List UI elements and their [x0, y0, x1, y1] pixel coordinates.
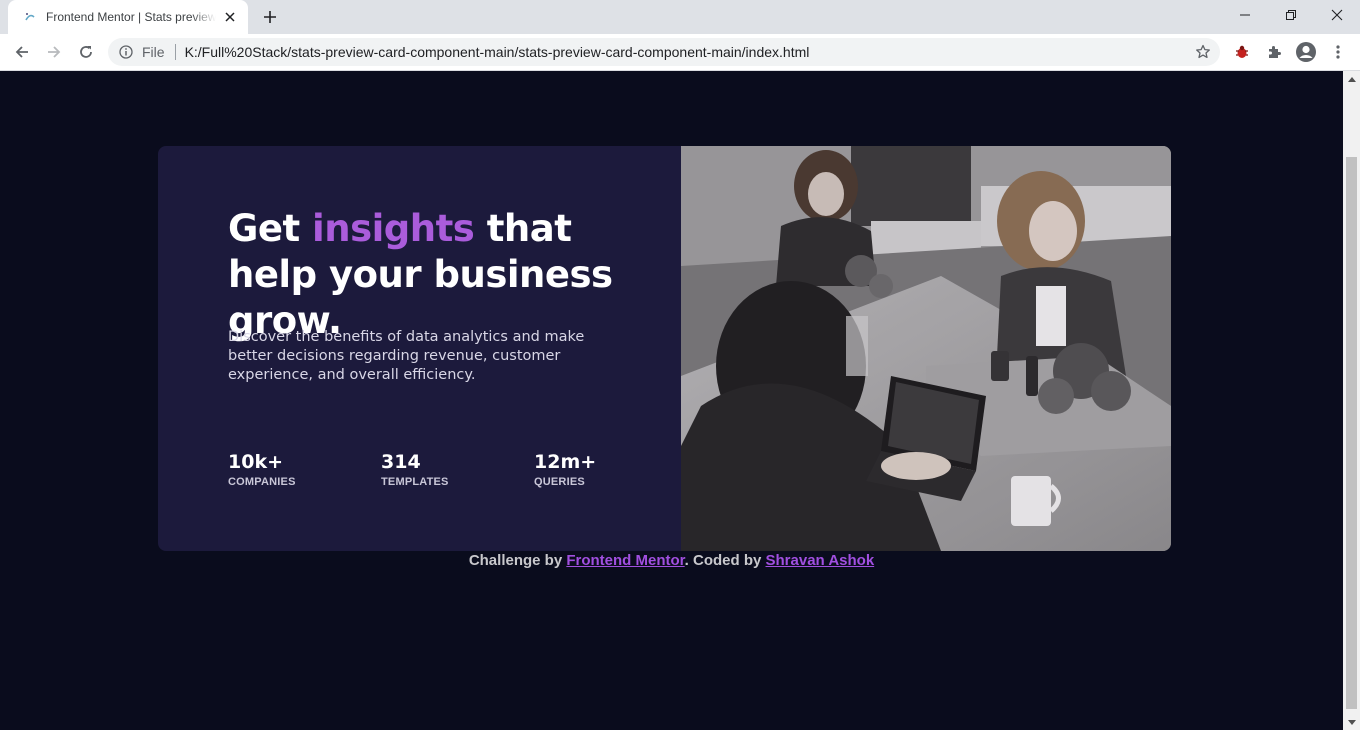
stat-label: QUERIES	[534, 476, 585, 488]
url-scheme-label: File	[142, 44, 165, 60]
close-window-icon[interactable]	[1314, 0, 1360, 30]
omnibox-divider	[174, 44, 176, 60]
office-photo	[681, 146, 1171, 551]
favicon-icon	[22, 9, 38, 25]
scroll-thumb[interactable]	[1346, 157, 1357, 709]
stat-label: COMPANIES	[228, 476, 296, 488]
browser-toolbar: File K:/Full%20Stack/stats-preview-card-…	[0, 34, 1360, 71]
card-description: Discover the benefits of data analytics …	[228, 329, 585, 383]
stats-preview-card: Get insights that help your business gro…	[158, 146, 1171, 551]
stat-value: 12m+	[534, 451, 597, 473]
new-tab-icon[interactable]	[258, 6, 282, 28]
office-people-image	[681, 146, 1171, 551]
page-viewport: Get insights that help your business gro…	[0, 71, 1343, 730]
stat-label: TEMPLATES	[381, 476, 449, 488]
extensions-puzzle-icon[interactable]	[1260, 38, 1288, 66]
stat-companies: 10k+ COMPANIES	[228, 450, 381, 488]
attribution-footer: Challenge by Frontend Mentor. Coded by S…	[0, 552, 1343, 569]
headline-accent: insights	[312, 207, 475, 250]
minimize-icon[interactable]	[1222, 0, 1268, 30]
author-link[interactable]: Shravan Ashok	[766, 552, 875, 569]
attribution-prefix: Challenge by	[468, 552, 567, 569]
tab-strip: Frontend Mentor | Stats preview card com…	[0, 0, 1360, 34]
headline-part1: Get	[228, 207, 313, 250]
extension-bug-icon[interactable]	[1228, 38, 1256, 66]
stats-row: 10k+ COMPANIES 314 TEMPLATES 12m+ QUERIE…	[228, 450, 687, 488]
frontend-mentor-link[interactable]: Frontend Mentor	[566, 552, 684, 569]
info-icon[interactable]	[118, 44, 134, 60]
forward-arrow-icon[interactable]	[40, 38, 68, 66]
card-content: Get insights that help your business gro…	[158, 146, 681, 551]
stat-queries: 12m+ QUERIES	[534, 450, 687, 488]
vertical-scrollbar[interactable]	[1343, 71, 1360, 730]
card-headline: Get insights that help your business gro…	[228, 206, 648, 344]
bookmark-star-icon[interactable]	[1194, 43, 1212, 61]
stat-value: 10k+	[228, 451, 283, 473]
kebab-menu-icon[interactable]	[1324, 38, 1352, 66]
scroll-down-arrow-icon[interactable]	[1343, 715, 1360, 730]
close-tab-icon[interactable]	[222, 9, 238, 25]
profile-avatar-icon[interactable]	[1292, 38, 1320, 66]
attribution-middle: . Coded by	[684, 552, 766, 569]
browser-tab[interactable]: Frontend Mentor | Stats preview card com…	[8, 0, 248, 34]
reload-icon[interactable]	[72, 38, 100, 66]
scroll-up-arrow-icon[interactable]	[1343, 71, 1360, 86]
url-text[interactable]: K:/Full%20Stack/stats-preview-card-compo…	[185, 44, 810, 60]
stat-templates: 314 TEMPLATES	[381, 450, 534, 488]
address-bar[interactable]: File K:/Full%20Stack/stats-preview-card-…	[108, 38, 1220, 66]
back-arrow-icon[interactable]	[8, 38, 36, 66]
stat-value: 314	[381, 451, 421, 473]
restore-icon[interactable]	[1268, 0, 1314, 30]
tab-title: Frontend Mentor | Stats preview card com…	[46, 10, 216, 24]
